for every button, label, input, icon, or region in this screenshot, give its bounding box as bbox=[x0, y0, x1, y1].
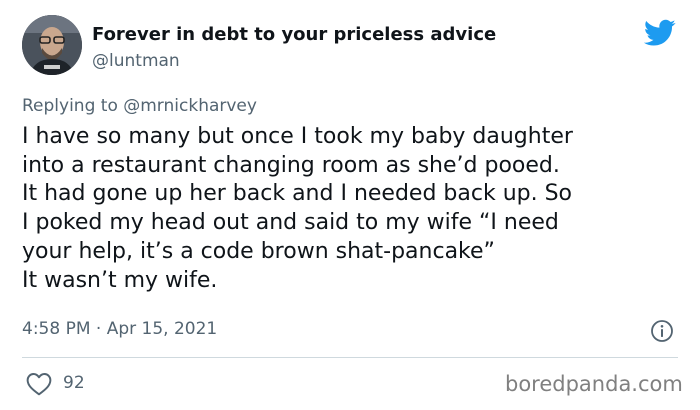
info-icon[interactable] bbox=[650, 319, 674, 343]
tweet-timestamp[interactable]: 4:58 PM · Apr 15, 2021 bbox=[22, 319, 217, 339]
tweet-text-line: It had gone up her back and I needed bac… bbox=[22, 181, 573, 207]
divider bbox=[22, 357, 678, 358]
avatar[interactable] bbox=[22, 15, 82, 75]
avatar-image bbox=[22, 15, 82, 75]
heart-icon[interactable] bbox=[26, 372, 52, 396]
reply-context: Replying to @mrnickharvey bbox=[22, 96, 257, 116]
tweet-text-line: It wasn’t my wife. bbox=[22, 267, 218, 293]
tweet-text-line: your help, it’s a code brown shat-pancak… bbox=[22, 238, 495, 264]
tweet-text: I have so many but once I took my baby d… bbox=[22, 123, 682, 295]
display-name[interactable]: Forever in debt to your priceless advice bbox=[92, 24, 496, 45]
username-handle[interactable]: @luntman bbox=[92, 51, 180, 71]
watermark: boredpanda.com bbox=[505, 372, 683, 396]
tweet-text-line: I poked my head out and said to my wife … bbox=[22, 210, 559, 236]
like-count: 92 bbox=[63, 373, 85, 393]
tweet-text-line: into a restaurant changing room as she’d… bbox=[22, 152, 560, 178]
reply-prefix: Replying to bbox=[22, 96, 118, 116]
tweet-text-line: I have so many but once I took my baby d… bbox=[22, 124, 573, 149]
twitter-bird-icon[interactable] bbox=[644, 19, 676, 47]
reply-handle-link[interactable]: @mrnickharvey bbox=[123, 96, 257, 116]
